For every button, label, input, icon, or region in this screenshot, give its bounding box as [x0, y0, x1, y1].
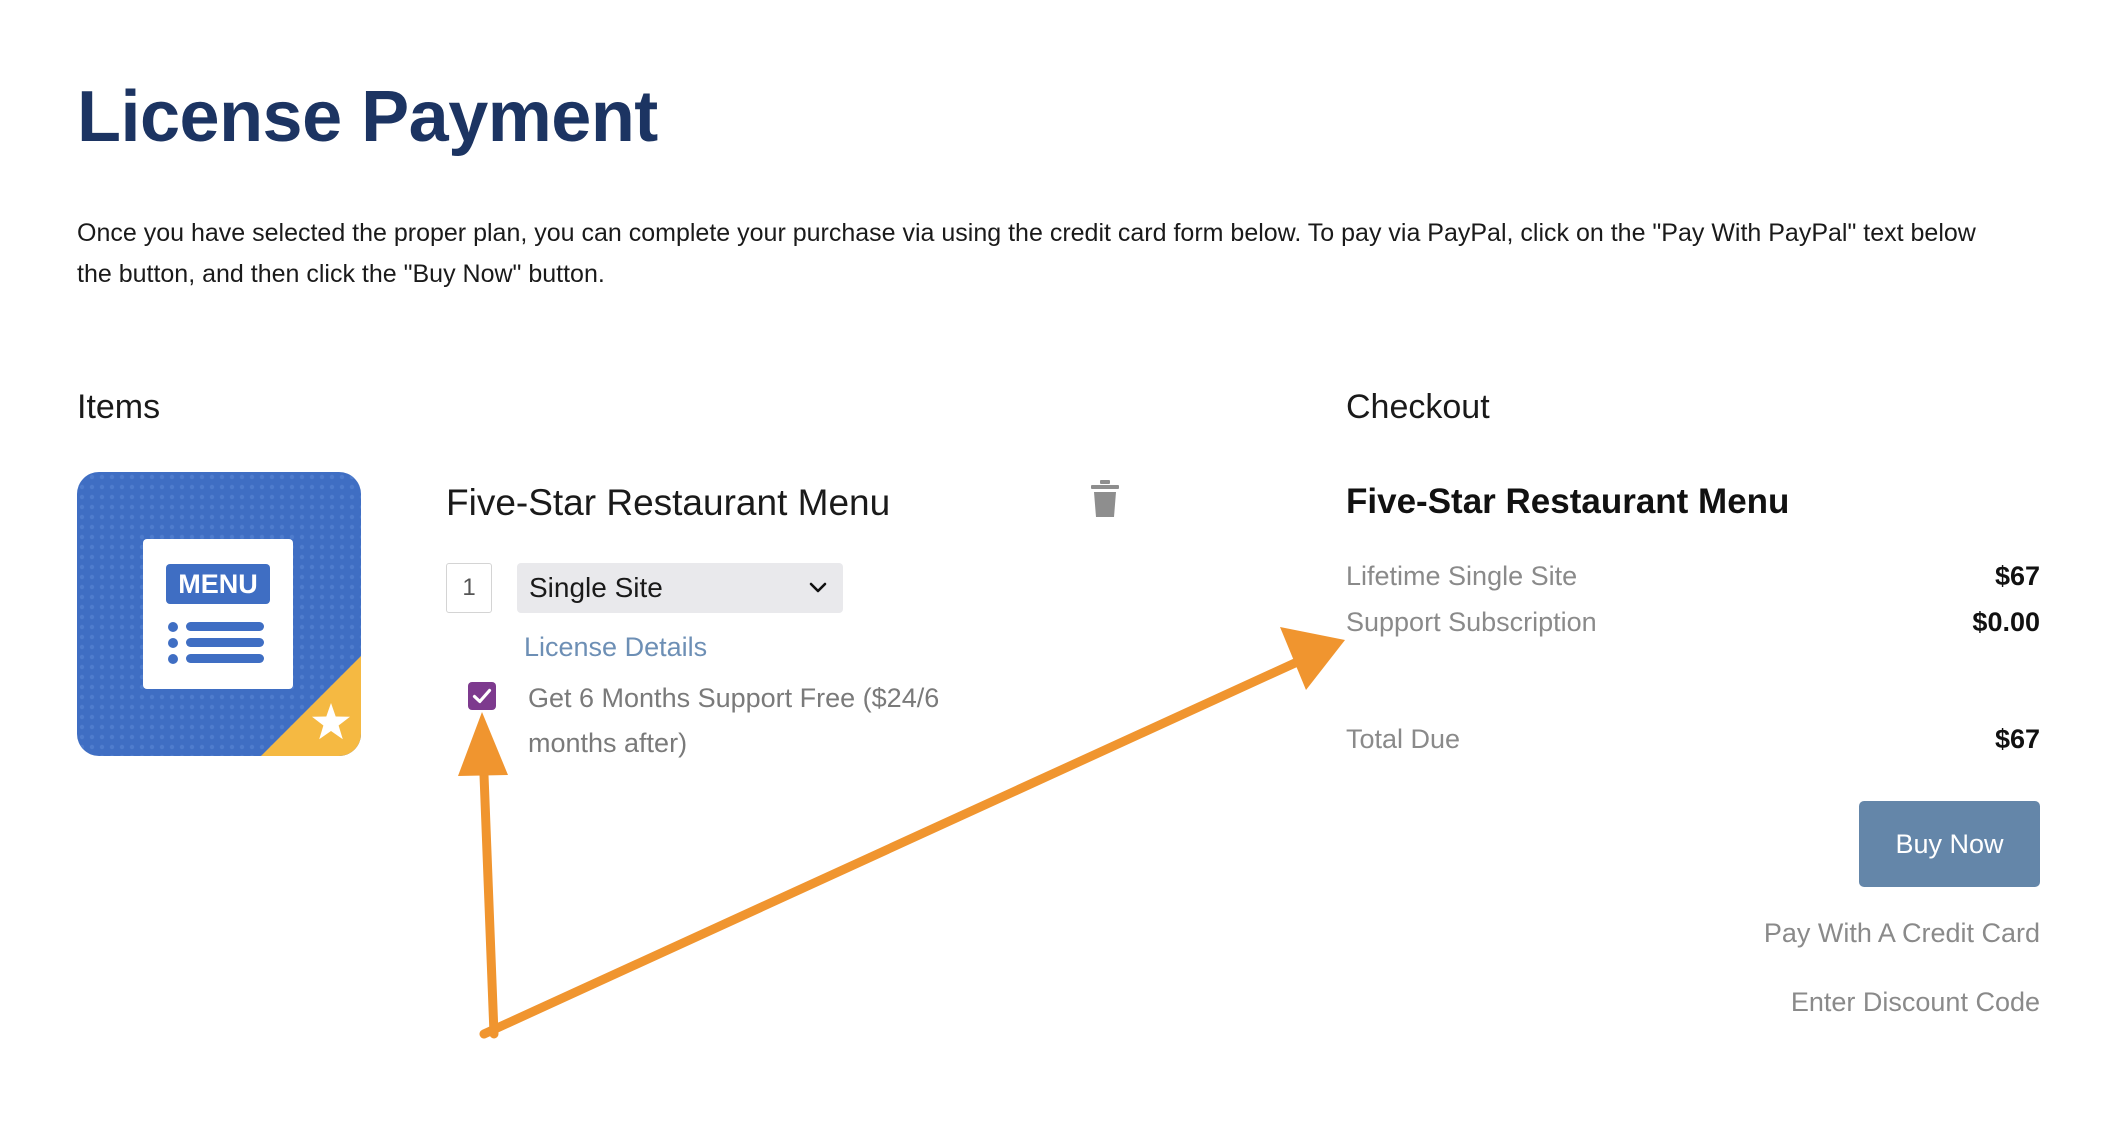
page-title: License Payment: [77, 77, 658, 157]
checkout-total-row: Total Due $67: [1346, 724, 2040, 755]
pay-with-credit-card-link[interactable]: Pay With A Credit Card: [1764, 918, 2040, 949]
line-label: Support Subscription: [1346, 607, 1597, 637]
line-label: Lifetime Single Site: [1346, 561, 1578, 591]
checkout-product-name: Five-Star Restaurant Menu: [1346, 482, 1790, 521]
annotation-arrowhead: [1280, 627, 1345, 690]
support-checkbox-label: Get 6 Months Support Free ($24/6 months …: [528, 683, 940, 758]
annotation-arrowhead: [458, 712, 508, 776]
total-amount: $67: [1994, 724, 2040, 754]
buy-now-button[interactable]: Buy Now: [1859, 801, 2040, 887]
items-heading: Items: [77, 388, 161, 426]
line-amount: $0.00: [1972, 607, 2040, 637]
checkout-line-support: Support Subscription $0.00: [1346, 607, 2040, 638]
license-details-link[interactable]: License Details: [524, 632, 707, 663]
plan-select[interactable]: Single Site: [517, 563, 843, 613]
enter-discount-code-link[interactable]: Enter Discount Code: [1791, 987, 2040, 1018]
checkout-line-lifetime: Lifetime Single Site $67: [1346, 561, 2040, 592]
plan-select-value: Single Site: [529, 572, 663, 603]
menu-document-icon: MENU: [143, 539, 293, 689]
item-product-name: Five-Star Restaurant Menu: [446, 482, 891, 523]
support-checkbox[interactable]: [468, 682, 496, 710]
checkmark-icon: [472, 688, 492, 704]
product-image: MENU: [77, 472, 361, 756]
intro-text: Once you have selected the proper plan, …: [77, 219, 1976, 288]
total-label: Total Due: [1346, 724, 1461, 754]
chevron-down-icon: [809, 582, 827, 593]
line-amount: $67: [1994, 561, 2040, 591]
quantity-input[interactable]: [446, 563, 492, 613]
checkout-heading: Checkout: [1346, 388, 1490, 426]
trash-icon[interactable]: [1090, 480, 1120, 518]
menu-badge-label: MENU: [178, 569, 258, 599]
